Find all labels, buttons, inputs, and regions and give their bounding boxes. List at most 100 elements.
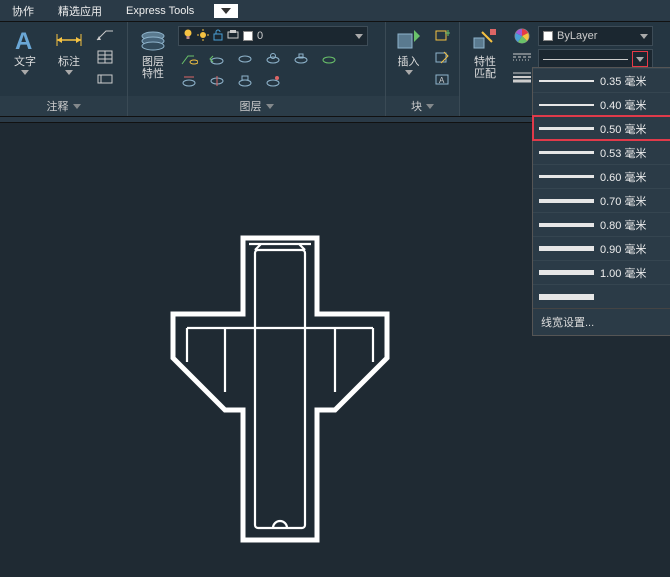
color-swatch xyxy=(543,31,553,41)
layer-name: 0 xyxy=(257,30,263,42)
panel-properties: 特性 匹配 ByLayer xyxy=(460,22,670,116)
match-properties-icon xyxy=(471,26,499,54)
lineweight-label: 0.70 毫米 xyxy=(600,193,646,209)
lineweight-bar xyxy=(539,151,594,154)
lineweight-option[interactable]: 0.53 毫米 xyxy=(533,140,670,164)
layer-match-icon[interactable] xyxy=(178,50,200,68)
layer-on-icon[interactable] xyxy=(318,50,340,68)
lineweight-label: 0.50 毫米 xyxy=(600,121,646,137)
lineweight-dropdown-arrow[interactable] xyxy=(632,51,648,67)
ribbon-minimize-icon[interactable] xyxy=(214,4,238,18)
layer-color-swatch xyxy=(243,31,253,41)
match-properties-button[interactable]: 特性 匹配 xyxy=(466,26,504,80)
dimension-icon xyxy=(55,26,83,54)
chevron-down-icon xyxy=(640,34,648,39)
chevron-down-icon xyxy=(21,70,29,75)
lineweight-option[interactable] xyxy=(533,284,670,308)
layer-isolate-icon[interactable] xyxy=(234,50,256,68)
lineweight-preview xyxy=(543,59,628,60)
plot-icon xyxy=(227,30,239,43)
drawing-content xyxy=(165,232,395,552)
lineweight-label: 0.80 毫米 xyxy=(600,217,646,233)
lineweight-bar xyxy=(539,270,594,275)
lineweight-bar xyxy=(539,246,594,251)
layer-tool2-icon[interactable] xyxy=(206,72,228,90)
lineweight-label: 0.90 毫米 xyxy=(600,241,646,257)
lock-icon xyxy=(213,29,223,44)
chevron-down-icon xyxy=(405,70,413,75)
insert-block-button[interactable]: 插入 xyxy=(392,26,425,75)
lineweight-option[interactable]: 0.50 毫米 xyxy=(533,116,670,140)
bulb-icon xyxy=(183,29,193,44)
panel-layers: 图层 特性 0 xyxy=(128,22,386,116)
create-block-icon[interactable] xyxy=(431,26,453,44)
sun-icon xyxy=(197,29,209,44)
lineweight-label: 0.35 毫米 xyxy=(600,73,646,89)
panel-title-block[interactable]: 块 xyxy=(386,96,459,116)
panel-annotation: A 文字 标注 注释 xyxy=(0,22,128,116)
lineweight-option[interactable]: 0.80 毫米 xyxy=(533,212,670,236)
ribbon-tab-bar: 协作 精选应用 Express Tools xyxy=(0,0,670,22)
chevron-down-icon xyxy=(355,34,363,39)
layer-tool4-icon[interactable] xyxy=(262,72,284,90)
text-icon: A xyxy=(11,26,39,54)
dimension-label: 标注 xyxy=(58,56,80,68)
layer-selector[interactable]: 0 xyxy=(178,26,368,46)
panel-title-layers[interactable]: 图层 xyxy=(128,96,385,116)
lineweight-label: 0.40 毫米 xyxy=(600,97,646,113)
insert-label: 插入 xyxy=(398,56,420,68)
layer-properties-icon xyxy=(139,26,167,54)
lineweight-dropdown-list: 0.35 毫米 0.40 毫米 0.50 毫米 0.53 毫米 0.60 毫米 0.70 … xyxy=(532,67,670,336)
layer-previous-icon[interactable] xyxy=(206,50,228,68)
annot-smallbuttons xyxy=(94,26,116,88)
color-selector[interactable]: ByLayer xyxy=(538,26,653,46)
match-properties-label: 特性 匹配 xyxy=(474,56,496,80)
lineweight-bar xyxy=(539,104,594,106)
lineweight-bar xyxy=(539,127,594,130)
tab-express-tools[interactable]: Express Tools xyxy=(114,2,206,20)
layer-properties-label: 图层 特性 xyxy=(142,56,164,80)
layer-tool1-icon[interactable] xyxy=(178,72,200,90)
linetype-icon[interactable] xyxy=(512,48,532,66)
panel-title-annotation[interactable]: 注释 xyxy=(0,96,127,116)
lineweight-bar xyxy=(539,223,594,227)
layer-tool3-icon[interactable] xyxy=(234,72,256,90)
tab-collab[interactable]: 协作 xyxy=(0,0,46,22)
lineweight-bar xyxy=(539,199,594,203)
lineweight-option[interactable]: 0.60 毫米 xyxy=(533,164,670,188)
lineweight-option[interactable]: 1.00 毫米 xyxy=(533,260,670,284)
table-icon[interactable] xyxy=(94,48,116,66)
lineweight-selector[interactable] xyxy=(538,49,653,69)
lineweight-option[interactable]: 0.35 毫米 xyxy=(533,68,670,92)
edit-attr-icon[interactable]: A xyxy=(431,70,453,88)
color-value: ByLayer xyxy=(557,30,597,42)
lineweight-bar xyxy=(539,80,594,82)
lineweight-label: 1.00 毫米 xyxy=(600,265,646,281)
chevron-down-icon xyxy=(65,70,73,75)
lineweight-option[interactable]: 0.40 毫米 xyxy=(533,92,670,116)
dimension-button[interactable]: 标注 xyxy=(50,26,88,75)
lineweight-icon[interactable] xyxy=(512,68,532,86)
edit-block-icon[interactable] xyxy=(431,48,453,66)
svg-text:A: A xyxy=(15,28,32,53)
layer-properties-button[interactable]: 图层 特性 xyxy=(134,26,172,80)
lineweight-option[interactable]: 0.90 毫米 xyxy=(533,236,670,260)
svg-text:A: A xyxy=(439,76,445,85)
color-wheel-icon[interactable] xyxy=(512,26,532,46)
lineweight-bar xyxy=(539,294,594,300)
insert-icon xyxy=(395,26,423,54)
lineweight-bar xyxy=(539,175,594,178)
lineweight-label: 0.53 毫米 xyxy=(600,145,646,161)
field-icon[interactable] xyxy=(94,70,116,88)
layer-off-icon[interactable] xyxy=(290,50,312,68)
text-button[interactable]: A 文字 xyxy=(6,26,44,75)
lineweight-settings-link[interactable]: 线宽设置... xyxy=(533,308,670,335)
layer-freeze-icon[interactable] xyxy=(262,50,284,68)
leader-icon[interactable] xyxy=(94,26,116,44)
ribbon: A 文字 标注 注释 xyxy=(0,22,670,117)
tab-featured-apps[interactable]: 精选应用 xyxy=(46,0,114,22)
text-label: 文字 xyxy=(14,56,36,68)
panel-block: 插入 A 块 xyxy=(386,22,460,116)
lineweight-option[interactable]: 0.70 毫米 xyxy=(533,188,670,212)
lineweight-label: 0.60 毫米 xyxy=(600,169,646,185)
